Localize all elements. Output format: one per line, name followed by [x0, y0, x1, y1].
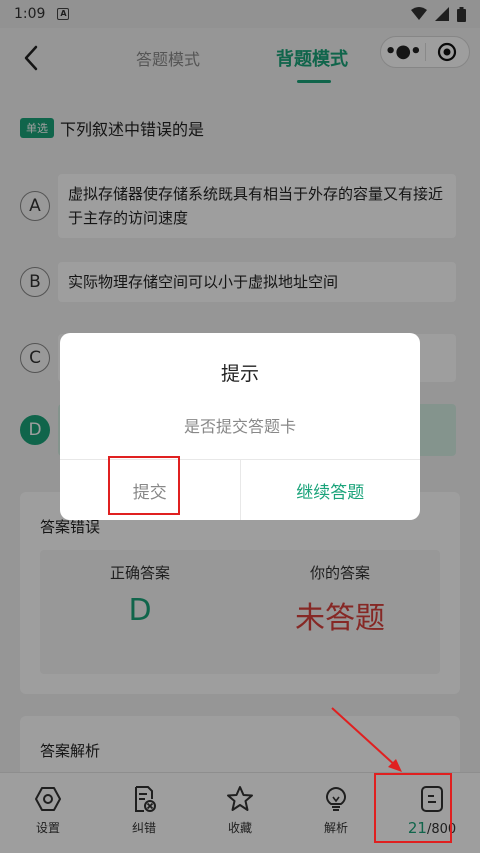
- dialog-title: 提示: [220, 363, 259, 385]
- answer-sheet-highlight-box: [374, 773, 452, 843]
- dialog-message: 是否提交答题卡: [183, 417, 296, 436]
- submit-highlight-box: [108, 456, 180, 515]
- continue-answering-button[interactable]: 继续答题: [241, 460, 421, 520]
